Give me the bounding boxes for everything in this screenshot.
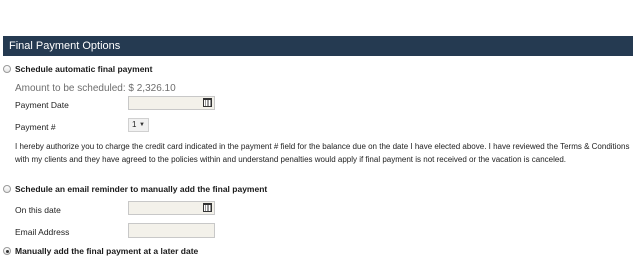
email-reminder-radio[interactable] bbox=[3, 185, 11, 193]
manual-payment-option[interactable]: Manually add the final payment at a late… bbox=[3, 244, 198, 258]
section-header: Final Payment Options bbox=[3, 36, 633, 56]
payment-date-field[interactable] bbox=[128, 96, 215, 110]
automatic-payment-radio[interactable] bbox=[3, 65, 11, 73]
email-reminder-option[interactable]: Schedule an email reminder to manually a… bbox=[3, 182, 267, 196]
automatic-payment-option[interactable]: Schedule automatic final payment bbox=[3, 62, 152, 76]
email-reminder-label: Schedule an email reminder to manually a… bbox=[15, 184, 268, 194]
authorization-text: I hereby authorize you to charge the cre… bbox=[15, 142, 630, 164]
reminder-date-field[interactable] bbox=[128, 201, 215, 215]
reminder-date-label: On this date bbox=[15, 205, 61, 215]
amount-to-be-scheduled: Amount to be scheduled: $ 2,326.10 bbox=[15, 83, 176, 94]
calendar-icon[interactable] bbox=[203, 98, 212, 107]
payment-number-value: 1 bbox=[132, 120, 137, 129]
payment-number-select[interactable]: 1 ▼ bbox=[128, 118, 149, 132]
automatic-payment-label: Schedule automatic final payment bbox=[15, 64, 153, 74]
manual-payment-radio[interactable] bbox=[3, 247, 11, 255]
section-title: Final Payment Options bbox=[9, 40, 121, 52]
email-address-field[interactable] bbox=[128, 223, 215, 238]
payment-date-label: Payment Date bbox=[15, 100, 69, 110]
payment-number-label: Payment # bbox=[15, 122, 56, 132]
email-address-label: Email Address bbox=[15, 227, 70, 237]
manual-payment-label: Manually add the final payment at a late… bbox=[15, 246, 199, 256]
calendar-icon[interactable] bbox=[203, 203, 212, 212]
chevron-down-icon: ▼ bbox=[139, 122, 145, 128]
